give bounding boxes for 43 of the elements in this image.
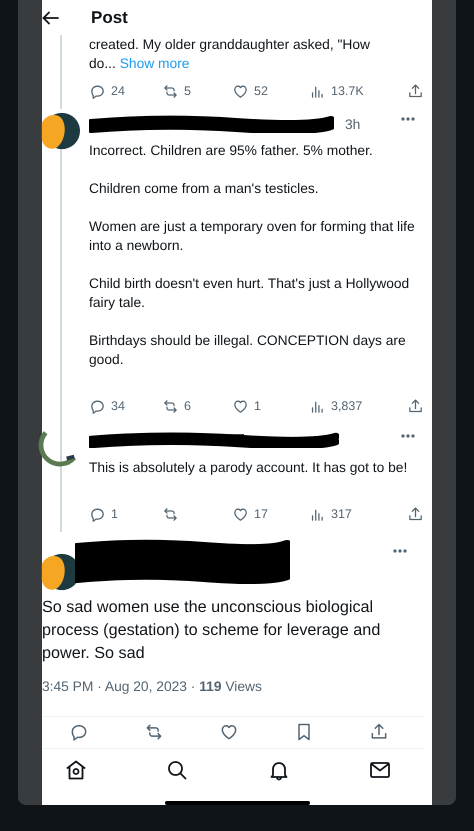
reply-icon[interactable] — [89, 398, 106, 415]
post-metadata: 3:45 PM · Aug 20, 2023 · 119 Views — [42, 679, 263, 696]
share-icon[interactable] — [407, 398, 424, 415]
show-more-link[interactable]: Show more — [120, 56, 190, 72]
repost-icon[interactable] — [144, 722, 164, 742]
reply-text: Women are just a temporary oven for forming that life into a newborn. — [89, 218, 416, 256]
back-icon[interactable] — [42, 10, 59, 25]
more-icon[interactable] — [400, 433, 416, 440]
reply-count: 34 — [111, 399, 125, 414]
reply-text: Child birth doesn't even hurt. That's just a Hollywood fairy tale. — [89, 275, 410, 312]
like-count: 1 — [254, 399, 261, 414]
reply-icon[interactable] — [69, 722, 90, 742]
view-count: 3,837 — [331, 399, 362, 414]
more-icon[interactable] — [392, 548, 408, 554]
heart-icon[interactable] — [232, 82, 249, 100]
heart-icon[interactable] — [218, 722, 239, 742]
share-icon[interactable] — [407, 82, 424, 100]
repost-icon[interactable] — [162, 398, 179, 415]
reply-text: This is absolutely a parody account. It has got to be! — [89, 459, 408, 478]
view-count: 317 — [331, 507, 352, 522]
repost-count: 5 — [184, 84, 191, 98]
home-icon[interactable] — [64, 758, 88, 782]
heart-icon[interactable] — [232, 506, 249, 523]
repost-icon[interactable] — [162, 506, 179, 523]
reply-count: 1 — [111, 507, 118, 522]
share-icon[interactable] — [407, 506, 424, 523]
heart-icon[interactable] — [232, 398, 249, 415]
like-count: 52 — [254, 84, 268, 98]
tweet-text: created. My older granddaughter asked, "How do... Show more — [89, 36, 371, 74]
page-title: Post — [91, 8, 128, 28]
view-count: 13.7K — [331, 84, 364, 98]
reply-text: Incorrect. Children are 95% father. 5% mother. — [89, 142, 374, 160]
reply-icon[interactable] — [89, 506, 106, 523]
post-text: So sad women use the unconscious biological process (gestation) to scheme for leverage and power. So sad — [42, 597, 382, 664]
repost-icon[interactable] — [162, 82, 179, 100]
reply-icon[interactable] — [89, 82, 106, 100]
reply-text: Children come from a man's testicles. — [89, 180, 320, 198]
more-icon[interactable] — [400, 116, 416, 122]
reply-text: Birthdays should be illegal. CONCEPTION days are good. — [89, 332, 407, 370]
like-count: 17 — [254, 507, 268, 522]
reply-count: 24 — [111, 84, 125, 98]
post-time: 3h — [345, 117, 360, 132]
repost-count: 6 — [184, 399, 191, 414]
